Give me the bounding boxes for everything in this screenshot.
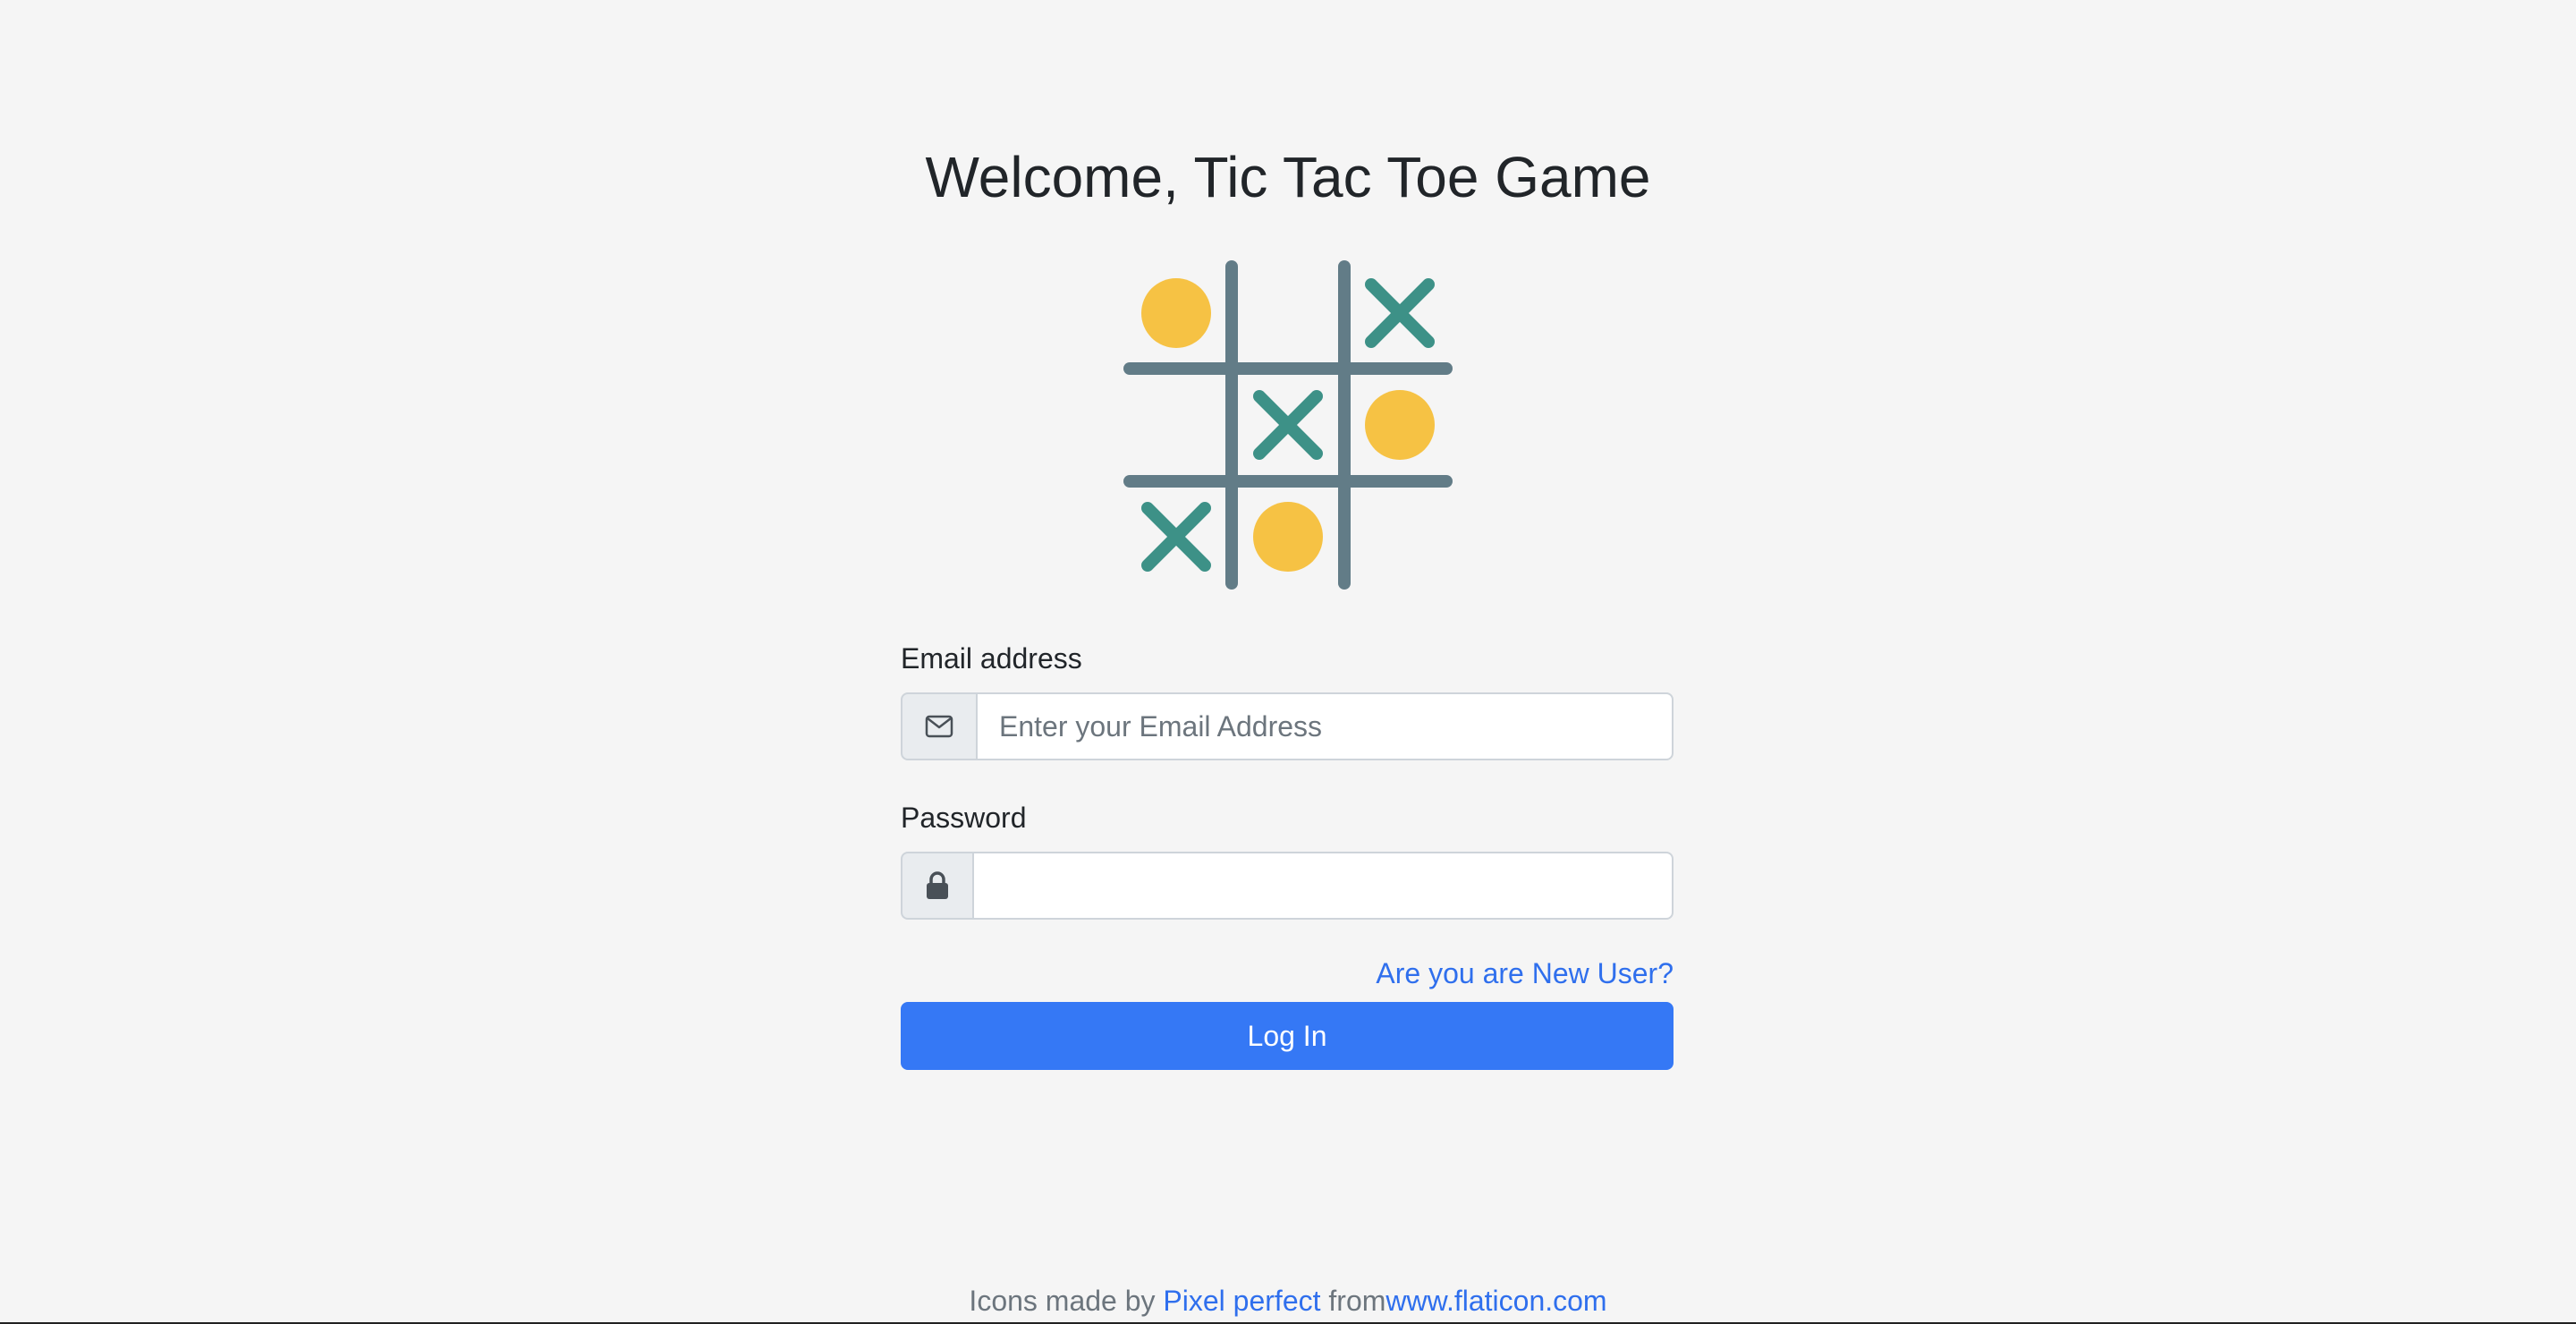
login-page: Welcome, Tic Tac Toe Game Email address <box>0 0 2576 1324</box>
new-user-row: Are you are New User? <box>901 952 1674 995</box>
tic-tac-toe-board-icon <box>1123 260 1453 590</box>
login-button[interactable]: Log In <box>901 1002 1674 1070</box>
cell-o-icon <box>1141 278 1211 348</box>
password-label: Password <box>901 802 1027 834</box>
email-input[interactable] <box>976 692 1674 760</box>
cell-o-icon <box>1365 390 1435 460</box>
email-input-group <box>901 692 1674 760</box>
password-input[interactable] <box>972 852 1674 920</box>
cell-o-icon <box>1253 502 1323 572</box>
attribution-footer: Icons made by Pixel perfect fromwww.flat… <box>0 1279 2576 1322</box>
footer-prefix: Icons made by <box>969 1285 1164 1317</box>
page-title: Welcome, Tic Tac Toe Game <box>925 145 1651 209</box>
password-input-group <box>901 852 1674 920</box>
login-form: Email address Password Are you are New U… <box>901 637 1674 1070</box>
new-user-link[interactable]: Are you are New User? <box>1376 957 1674 989</box>
cell-x-icon <box>1253 390 1323 460</box>
author-link[interactable]: Pixel perfect <box>1163 1285 1320 1317</box>
envelope-icon <box>901 692 976 760</box>
flaticon-link[interactable]: www.flaticon.com <box>1385 1285 1606 1317</box>
cell-x-icon <box>1141 502 1211 572</box>
email-label: Email address <box>901 642 1082 675</box>
footer-middle: from <box>1320 1285 1386 1317</box>
cell-x-icon <box>1365 278 1435 348</box>
lock-icon <box>901 852 972 920</box>
